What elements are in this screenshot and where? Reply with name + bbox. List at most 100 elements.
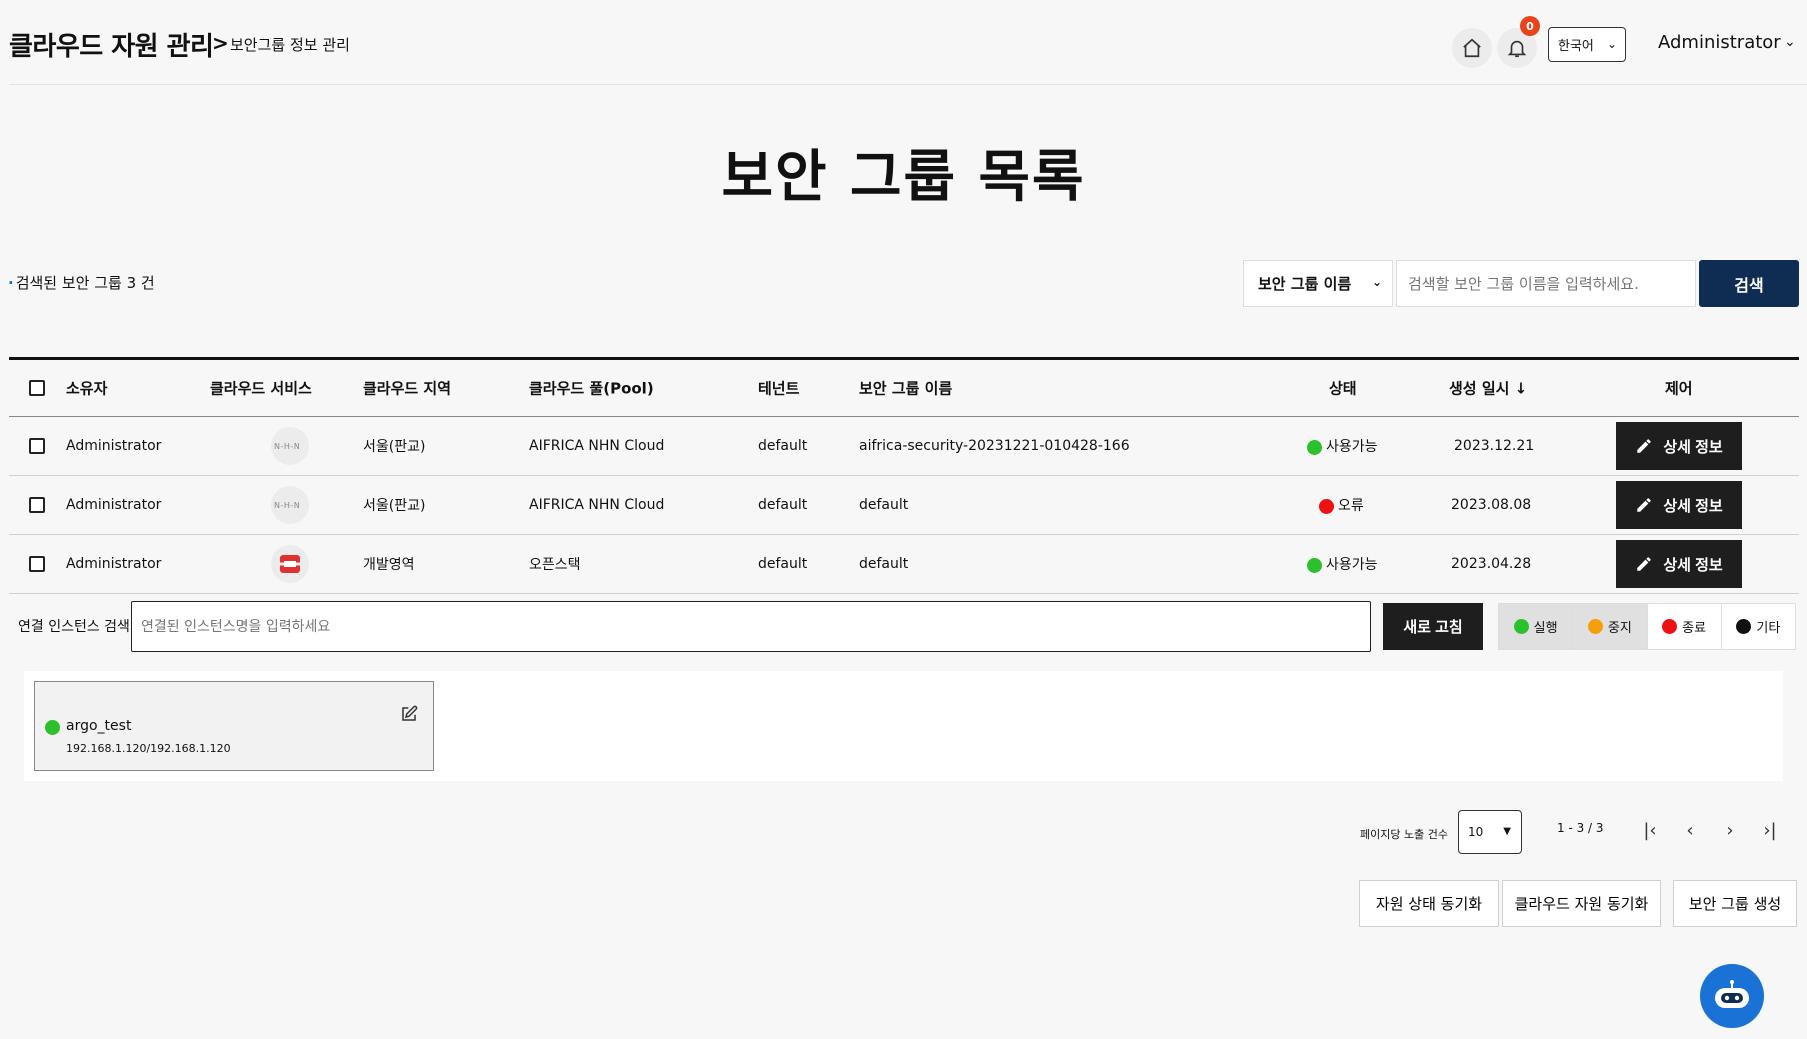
- chevron-down-icon: ⌄: [1371, 275, 1382, 289]
- status-dot: [1307, 557, 1322, 573]
- status-text: 오류: [1338, 498, 1364, 514]
- status-text: 사용가능: [1326, 439, 1378, 455]
- result-count-text: 검색된 보안 그룹 3 건: [15, 274, 155, 292]
- cell-sg-name: default: [859, 556, 909, 572]
- search-type-select[interactable]: 보안 그룹 이름 ⌄: [1243, 260, 1393, 307]
- notification-button[interactable]: 0: [1497, 16, 1540, 68]
- create-security-group-button[interactable]: 보안 그룹 생성: [1673, 880, 1797, 927]
- sync-cloud-button[interactable]: 클라우드 자원 동기화: [1502, 880, 1661, 927]
- status-dot: [1307, 439, 1322, 455]
- language-value: 한국어: [1558, 39, 1594, 54]
- caret-down-icon: ▼: [1503, 826, 1511, 837]
- status-dot: [1587, 619, 1603, 634]
- cell-created: 2023.08.08: [1451, 497, 1532, 513]
- detail-button[interactable]: 상세 정보: [1616, 422, 1742, 470]
- pencil-icon: [1637, 557, 1652, 571]
- robot-icon: [1715, 980, 1749, 1008]
- cell-tenant: default: [758, 556, 808, 572]
- last-page-icon[interactable]: ›|: [1758, 818, 1782, 842]
- instance-search-input[interactable]: [131, 601, 1371, 652]
- per-page-value: 10: [1468, 825, 1484, 839]
- svg-text:N-H-N: N-H-N: [274, 501, 300, 510]
- status-legend: 실행 중지 종료 기타: [1498, 603, 1796, 650]
- col-pool: 클라우드 풀(Pool): [529, 379, 654, 398]
- cell-status: 사용가능: [1307, 554, 1378, 574]
- col-created-sort[interactable]: 생성 일시 ↓: [1449, 378, 1527, 399]
- cell-owner: Administrator: [66, 556, 162, 572]
- legend-stopped[interactable]: 중지: [1573, 604, 1648, 649]
- col-tenant: 테넌트: [758, 379, 800, 398]
- pencil-icon: [1637, 439, 1652, 453]
- language-select[interactable]: 한국어 ⌄: [1548, 27, 1626, 62]
- legend-other[interactable]: 기타: [1722, 604, 1795, 649]
- search-button[interactable]: 검색: [1699, 260, 1799, 307]
- instance-ip: 192.168.1.120/192.168.1.120: [66, 742, 231, 755]
- cell-status: 사용가능: [1307, 436, 1378, 456]
- refresh-button[interactable]: 새로 고침: [1383, 603, 1483, 650]
- nhn-logo-icon: N-H-N: [271, 427, 309, 465]
- prev-page-icon[interactable]: ‹: [1678, 818, 1702, 842]
- edit-icon[interactable]: [400, 705, 418, 727]
- pencil-icon: [1637, 498, 1652, 512]
- table-row[interactable]: Administrator 개발영역 오픈스택 default default …: [9, 535, 1799, 594]
- chevron-down-icon: ⌄: [1606, 37, 1617, 51]
- status-dot: [1736, 619, 1752, 634]
- chevron-down-icon[interactable]: ⌄: [1784, 34, 1796, 50]
- instance-card[interactable]: argo_test 192.168.1.120/192.168.1.120: [34, 681, 434, 771]
- sync-status-button[interactable]: 자원 상태 동기화: [1359, 880, 1499, 927]
- per-page-label: 페이지당 노출 건수: [1360, 828, 1448, 841]
- bell-icon: [1507, 40, 1527, 58]
- table-row[interactable]: Administrator N-H-N 서울(판교) AIFRICA NHN C…: [9, 476, 1799, 535]
- col-control: 제어: [1665, 379, 1693, 398]
- page-title: 보안 그룹 목록: [721, 145, 1086, 210]
- legend-running[interactable]: 실행: [1499, 604, 1574, 649]
- cell-pool: AIFRICA NHN Cloud: [529, 438, 665, 454]
- select-all-checkbox[interactable]: [29, 380, 45, 396]
- row-checkbox[interactable]: [29, 556, 45, 572]
- chatbot-button[interactable]: [1700, 964, 1764, 1028]
- notification-badge: 0: [1520, 16, 1540, 36]
- row-checkbox[interactable]: [29, 497, 45, 513]
- table-header-row: 소유자 클라우드 서비스 클라우드 지역 클라우드 풀(Pool) 테넌트 보안…: [9, 360, 1799, 417]
- cell-sg-name: aifrica-security-20231221-010428-166: [859, 438, 1130, 454]
- col-service: 클라우드 서비스: [210, 379, 312, 398]
- openstack-logo-icon: [271, 545, 309, 583]
- page-info: 1 - 3 / 3: [1557, 821, 1604, 835]
- app-title[interactable]: 클라우드 자원 관리: [9, 26, 214, 63]
- user-menu[interactable]: Administrator: [1658, 32, 1781, 53]
- legend-terminated[interactable]: 종료: [1648, 604, 1722, 649]
- instance-search-label: 연결 인스턴스 검색: [18, 619, 130, 635]
- nhn-logo-icon: N-H-N: [271, 486, 309, 524]
- detail-button[interactable]: 상세 정보: [1616, 481, 1742, 529]
- cell-created: 2023.12.21: [1454, 438, 1535, 454]
- status-dot: [1513, 619, 1529, 634]
- detail-label: 상세 정보: [1663, 497, 1723, 515]
- table-row[interactable]: Administrator N-H-N 서울(판교) AIFRICA NHN C…: [9, 417, 1799, 476]
- svg-text:N-H-N: N-H-N: [274, 442, 300, 451]
- search-input[interactable]: [1396, 260, 1696, 307]
- detail-label: 상세 정보: [1663, 556, 1723, 574]
- cell-region: 서울(판교): [363, 439, 426, 455]
- status-dot: [45, 720, 60, 735]
- per-page-select[interactable]: 10 ▼: [1458, 810, 1522, 854]
- cell-owner: Administrator: [66, 497, 162, 513]
- breadcrumb: 보안그룹 정보 관리: [230, 36, 350, 54]
- cell-owner: Administrator: [66, 438, 162, 454]
- status-dot: [1662, 619, 1678, 634]
- cell-created: 2023.04.28: [1451, 556, 1532, 572]
- home-button[interactable]: [1452, 28, 1492, 68]
- legend-label: 종료: [1682, 621, 1707, 636]
- search-type-value: 보안 그룹 이름: [1258, 275, 1352, 293]
- detail-button[interactable]: 상세 정보: [1616, 540, 1742, 588]
- row-checkbox[interactable]: [29, 438, 45, 454]
- instance-name: argo_test: [66, 718, 132, 734]
- first-page-icon[interactable]: |‹: [1638, 818, 1662, 842]
- detail-label: 상세 정보: [1663, 438, 1723, 456]
- cell-pool: AIFRICA NHN Cloud: [529, 497, 665, 513]
- col-region: 클라우드 지역: [363, 379, 452, 398]
- col-owner: 소유자: [66, 379, 108, 398]
- cell-region: 서울(판교): [363, 498, 426, 514]
- top-header: 클라우드 자원 관리 > 보안그룹 정보 관리 0 한국어 ⌄ Administ…: [9, 0, 1807, 85]
- next-page-icon[interactable]: ›: [1718, 818, 1742, 842]
- cell-region: 개발영역: [363, 557, 415, 573]
